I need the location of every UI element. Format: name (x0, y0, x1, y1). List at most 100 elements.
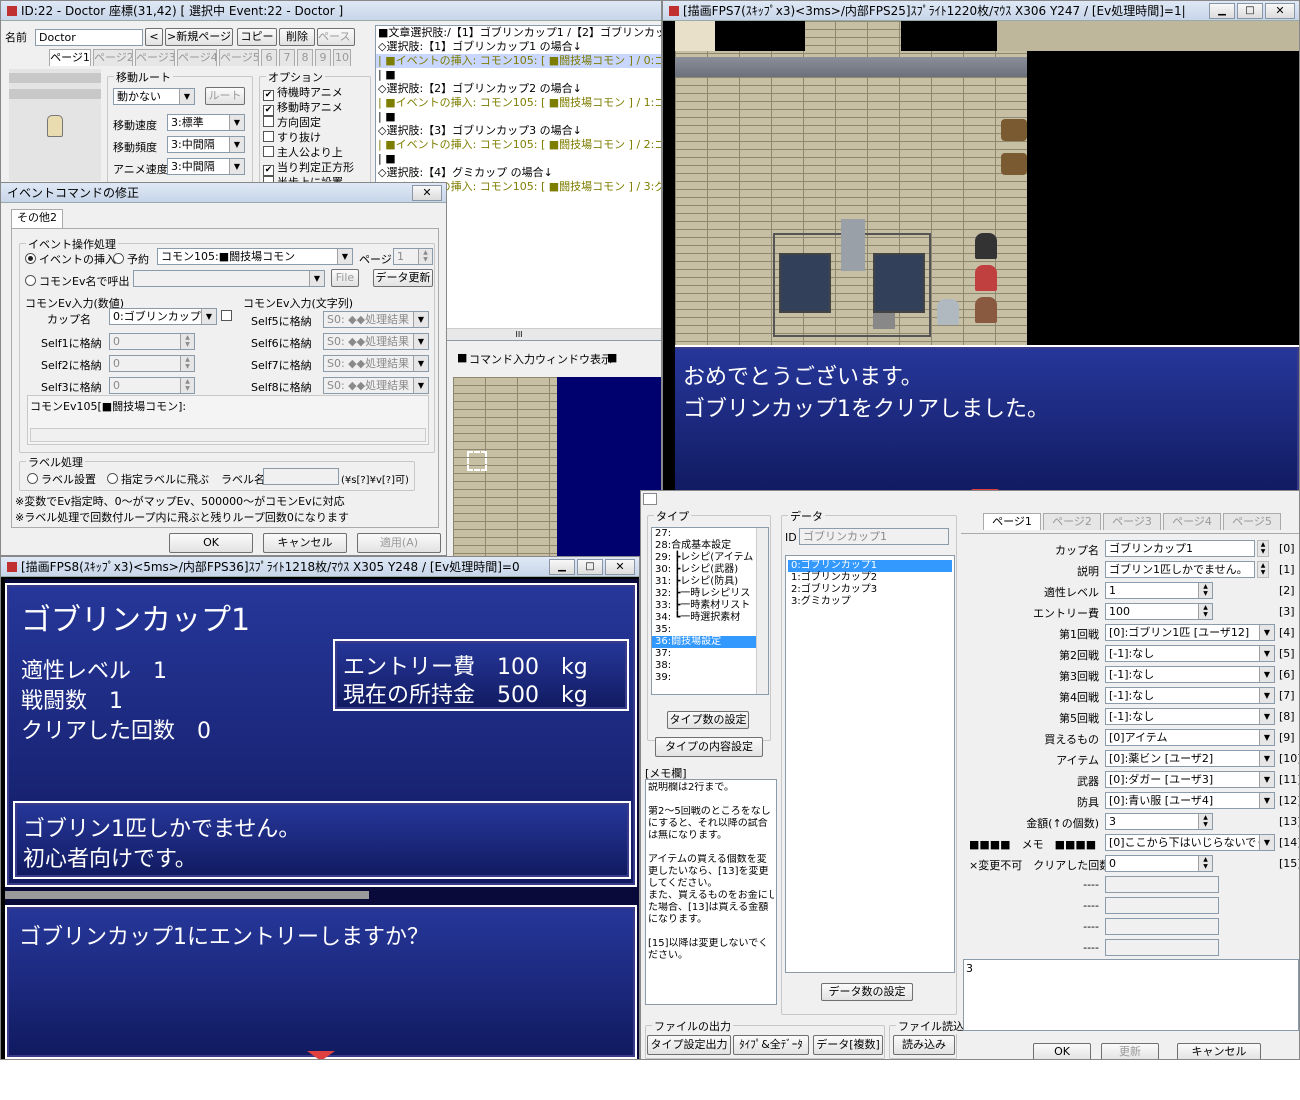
field-select[interactable]: [0]:薬ビン [ユーザ2] ▼ (1105, 750, 1275, 767)
field-spin[interactable]: 3 ▲ ▼ (1105, 813, 1213, 830)
db-update-button[interactable]: 更新 (1101, 1043, 1159, 1059)
db-tab-2[interactable]: ページ2 (1043, 513, 1101, 530)
field-select[interactable]: [-1]:なし ▼ (1105, 666, 1275, 683)
field-text[interactable]: ゴブリンカップ1 (1105, 540, 1255, 557)
cup-name-checkbox[interactable] (221, 310, 235, 323)
page-tab-10[interactable]: 10 (333, 49, 351, 66)
field-blank[interactable] (1105, 939, 1219, 956)
event-line[interactable]: | ■イベントの挿入: コモン105: [ ■闘技場コモン ] / 1:ゴブリ (376, 96, 661, 110)
radio-byname[interactable]: コモンEv名で呼出 (25, 273, 129, 289)
new-page-button[interactable]: >新規ページ (165, 28, 233, 46)
spinner-icon[interactable]: ▲ ▼ (180, 334, 194, 349)
page-tab-7[interactable]: 7 (279, 49, 295, 66)
type-list-item[interactable]: 27: (652, 528, 756, 540)
option-4[interactable]: 主人公より上 (263, 144, 343, 160)
data-multi-output-button[interactable]: データ[複数] (813, 1035, 883, 1055)
spinner-icon[interactable]: ▲ ▼ (1198, 604, 1212, 619)
page-tab-6[interactable]: 6 (261, 49, 277, 66)
scroll-arrows-icon[interactable]: ▲ ▼ (1257, 540, 1269, 557)
load-button[interactable]: 読み込み (893, 1035, 955, 1055)
self-left-input[interactable]: 0 ▲ ▼ (109, 377, 195, 394)
self-right-select[interactable]: S0: ◆◆処理結果 ▼ (323, 333, 429, 350)
event-line[interactable]: | ■ (376, 68, 661, 82)
self-right-select[interactable]: S0: ◆◆処理結果 ▼ (323, 377, 429, 394)
prev-page-button[interactable]: < (145, 28, 163, 46)
type-list-item[interactable]: 32: ┣一時レシピリス (652, 588, 756, 600)
speed-select[interactable]: 3:標準 ▼ (167, 114, 245, 131)
radio-label-jump[interactable]: 指定ラベルに飛ぶ (107, 471, 209, 487)
scroll-arrows-icon[interactable]: ▲ ▼ (1257, 561, 1269, 578)
common-event-select[interactable]: コモン105:■闘技場コモン ▼ (157, 248, 353, 265)
dialog-titlebar[interactable]: イベントコマンドの修正 ✕ (1, 183, 446, 203)
data-list-item[interactable]: 1:ゴブリンカップ2 (788, 572, 952, 584)
type-list-item[interactable]: 35: (652, 624, 756, 636)
tab-other2[interactable]: その他2 (11, 209, 63, 228)
option-3[interactable]: すり抜け (263, 129, 321, 145)
type-list-item[interactable]: 31: ┣レシピ(防具) (652, 576, 756, 588)
type-list-item[interactable]: 30: ┣レシピ(武器) (652, 564, 756, 576)
page-tab-2[interactable]: ページ2 (93, 49, 133, 66)
db-tab-3[interactable]: ページ3 (1103, 513, 1161, 530)
data-list-item[interactable]: 0:ゴブリンカップ1 (788, 560, 952, 572)
anim-select[interactable]: 3:中間隔 ▼ (167, 158, 245, 175)
db-memo-textarea[interactable]: 3 (963, 959, 1299, 1031)
field-select[interactable]: [0]アイテム ▼ (1105, 729, 1275, 746)
type-list-item[interactable]: 34: ┗一時選択素材 (652, 612, 756, 624)
spinner-icon[interactable]: ▲ ▼ (1198, 856, 1212, 871)
field-spin[interactable]: 1 ▲ ▼ (1105, 582, 1213, 599)
db-tab-4[interactable]: ページ4 (1163, 513, 1221, 530)
label-name-input[interactable] (263, 468, 339, 485)
field-select[interactable]: [-1]:なし ▼ (1105, 687, 1275, 704)
data-list[interactable]: 0:ゴブリンカップ1 1:ゴブリンカップ2 2:ゴブリンカップ3 3:グミカップ (785, 555, 955, 973)
maximize-icon[interactable]: □ (577, 558, 603, 575)
graphic-preview[interactable] (9, 69, 101, 181)
copy-button[interactable]: コピー (237, 28, 277, 46)
data-count-button[interactable]: データ数の設定 (821, 983, 913, 1001)
type-list-item[interactable]: 29: ┣レシピ(アイテム (652, 552, 756, 564)
move-type-select[interactable]: 動かない ▼ (113, 88, 195, 105)
field-select[interactable]: [-1]:なし ▼ (1105, 645, 1275, 662)
data-update-button[interactable]: データ更新 (373, 269, 433, 287)
db-cancel-button[interactable]: キャンセル (1177, 1043, 1261, 1059)
delete-button[interactable]: 削除 (279, 28, 315, 46)
type-content-button[interactable]: タイプの内容設定 (655, 737, 763, 757)
close-icon[interactable]: ✕ (1265, 2, 1295, 19)
data-list-item[interactable]: 3:グミカップ (788, 596, 952, 608)
type-list-item[interactable]: 33: ┣一時素材リスト (652, 600, 756, 612)
game1-scene[interactable]: おめでとうございます。 ゴブリンカップ1をクリアしました。 (675, 21, 1299, 497)
self-left-input[interactable]: 0 ▲ ▼ (109, 355, 195, 372)
cup-name-select[interactable]: 0:ゴブリンカップ1 ▼ (109, 308, 217, 325)
field-select[interactable]: [0]ここから下はいじらないでくださ ▼ (1105, 834, 1275, 851)
type-list[interactable]: 27: 28:合成基本設定 29: ┣レシピ(アイテム 30: ┣レシピ(武器) 31:… (651, 527, 769, 695)
id-input[interactable]: ゴブリンカップ1 (799, 528, 949, 545)
vertical-scrollbar[interactable] (756, 528, 768, 694)
type-list-item[interactable]: 37: (652, 648, 756, 660)
spinner-icon[interactable]: ▲ ▼ (180, 356, 194, 371)
cmd-window-toggle[interactable]: コマンド入力ウィンドウ表示 (469, 351, 612, 367)
event-line[interactable]: ◇選択肢:【3】ゴブリンカップ3 の場合↓ (376, 124, 661, 138)
page-tab-9[interactable]: 9 (315, 49, 331, 66)
page-tab-3[interactable]: ページ3 (135, 49, 175, 66)
event-line[interactable]: | ■イベントの挿入: コモン105: [ ■闘技場コモン ] / 2:ゴブリ (376, 138, 661, 152)
event-line[interactable]: ◇選択肢:【4】グミカップ の場合↓ (376, 166, 661, 180)
maximize-icon[interactable]: □ (1237, 2, 1263, 19)
field-select[interactable]: [-1]:なし ▼ (1105, 708, 1275, 725)
game2-titlebar[interactable]: [描画FPS8(ｽｷｯﾌﾟx3)<5ms>/内部FPS36]ｽﾌﾟﾗｲﾄ1218… (1, 557, 639, 577)
close-icon[interactable]: ✕ (412, 184, 442, 201)
self-right-select[interactable]: S0: ◆◆処理結果 ▼ (323, 311, 429, 328)
common-name-select[interactable]: ▼ (133, 270, 325, 287)
event-line[interactable]: | ■ (376, 110, 661, 124)
type-count-button[interactable]: タイプ数の設定 (667, 711, 749, 729)
type-setting-output-button[interactable]: タイプ設定出力 (647, 1035, 731, 1055)
page-tab-1[interactable]: ページ1 (49, 49, 91, 66)
ok-button[interactable]: OK (169, 533, 253, 553)
spinner-icon[interactable]: ▲ ▼ (1198, 583, 1212, 598)
game2-scene[interactable]: ゴブリンカップ1 適性レベル 1 戦闘数 1 クリアした回数 0 エントリー費 … (5, 579, 639, 1059)
page-input[interactable]: 1 ▲ ▼ (393, 248, 433, 265)
field-blank[interactable] (1105, 876, 1219, 893)
db-ok-button[interactable]: OK (1033, 1043, 1091, 1059)
event-line[interactable]: | ■イベントの挿入: コモン105: [ ■闘技場コモン ] / 0:ゴブリ (376, 54, 661, 68)
radio-label-set[interactable]: ラベル設置 (27, 471, 96, 487)
page-tab-5[interactable]: ページ5 (219, 49, 259, 66)
spinner-icon[interactable]: ▲ ▼ (180, 378, 194, 393)
